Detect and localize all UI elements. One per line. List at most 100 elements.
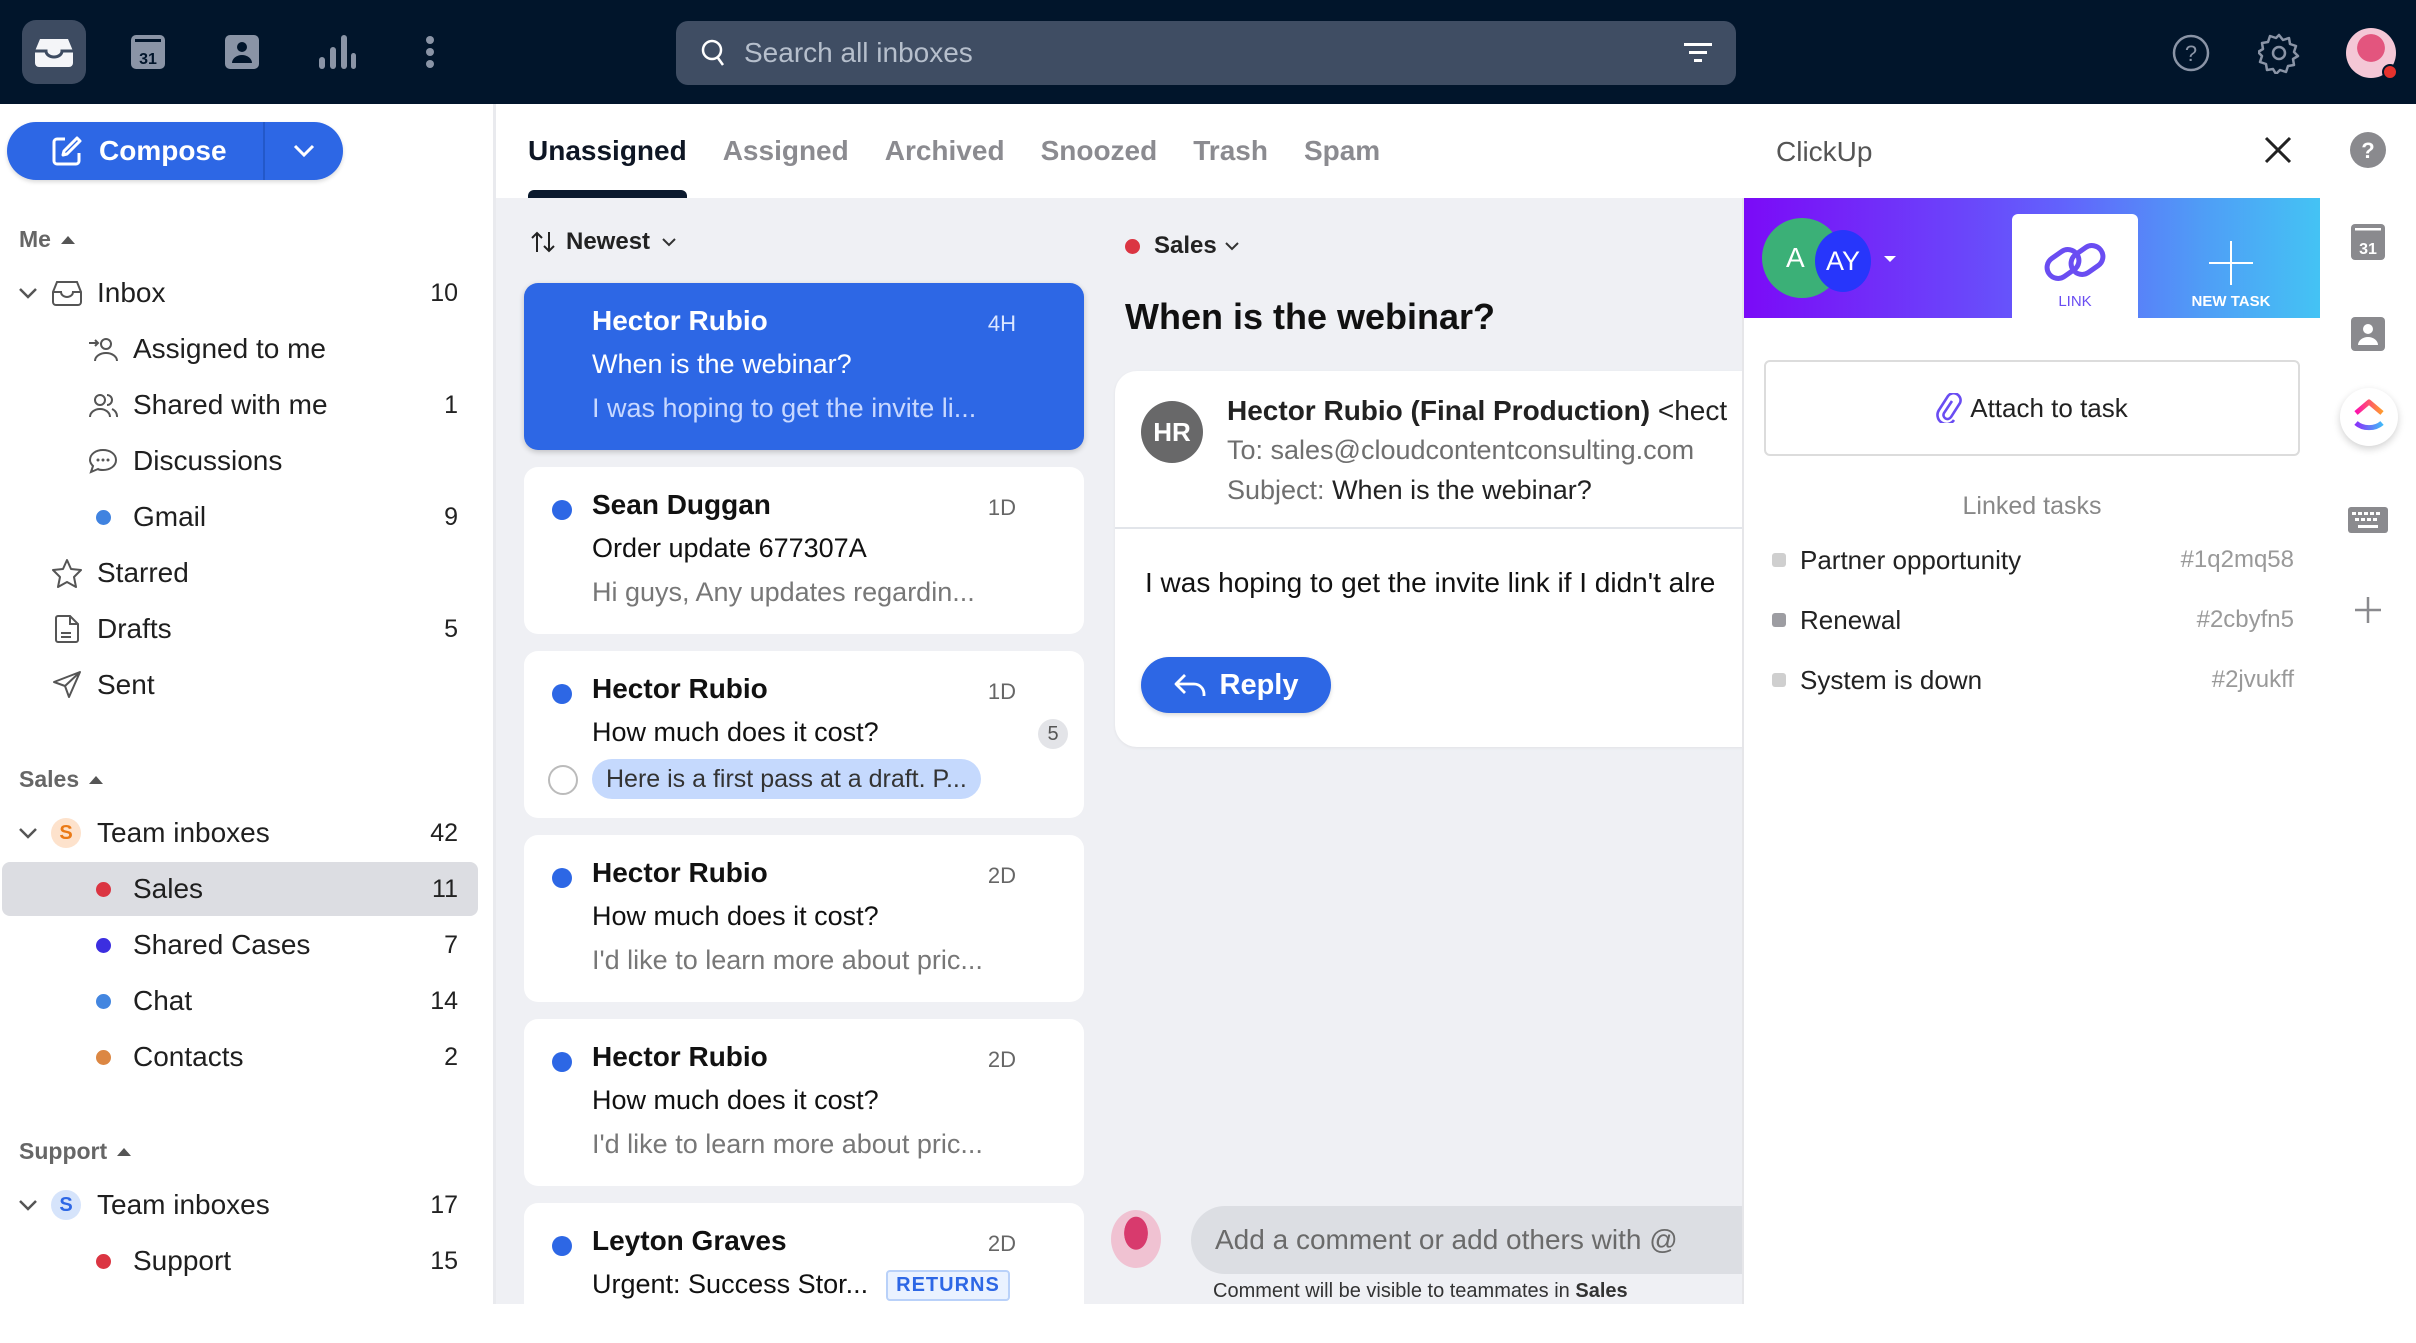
contacts-nav-button[interactable] [210,20,274,84]
sidebar-group-support-team-inboxes[interactable]: S Team inboxes 17 [0,1178,480,1232]
sender-name: Sean Duggan [592,489,771,520]
comment-input[interactable]: Add a comment or add others with @ [1191,1206,1742,1274]
sidebar-item-support[interactable]: Support 15 [0,1234,480,1288]
conversation-item[interactable]: Hector Rubio 4H When is the webinar? I w… [524,283,1084,450]
inbox-color-dot [96,881,111,897]
discussions-icon [86,444,120,478]
compose-options-button[interactable] [265,144,343,158]
svg-text:?: ? [2361,138,2374,163]
sidebar-item-shared-cases[interactable]: Shared Cases 7 [0,918,480,972]
new-task-tab[interactable]: NEW TASK [2142,214,2320,318]
inbox-label: Sales [1154,232,1217,259]
calendar-integration-button[interactable]: 31 [2348,222,2388,262]
conversation-item[interactable]: Hector Rubio 1D How much does it cost? 5… [524,651,1084,818]
sidebar-item-contacts[interactable]: Contacts 2 [0,1030,480,1084]
caret-down-icon [1884,256,1896,262]
calendar-icon: 31 [2351,224,2385,260]
conversation-item[interactable]: Hector Rubio 2D How much does it cost? I… [524,835,1084,1002]
compose-button[interactable]: Compose [7,122,265,180]
status-tabs: Unassigned Assigned Archived Snoozed Tra… [496,104,1746,198]
inbox-selector[interactable]: Sales [1125,232,1239,260]
gear-icon [2258,33,2300,74]
section-sales[interactable]: Sales [19,766,104,793]
sidebar-item-discussions[interactable]: Discussions [0,434,480,488]
inbox-nav-button[interactable] [22,20,86,84]
tab-spam[interactable]: Spam [1304,104,1380,198]
settings-button[interactable] [2252,26,2306,80]
section-sales-label: Sales [19,766,80,792]
help-button[interactable]: ? [2164,26,2218,80]
svg-text:31: 31 [139,51,157,68]
help-button[interactable]: ? [2348,130,2388,170]
calendar-nav-button[interactable]: 31 [116,20,180,84]
sender-name: Hector Rubio [592,673,768,704]
sent-icon [50,668,84,702]
user-avatar[interactable] [2346,28,2398,80]
preview: I'd like to learn more about pric... [592,1129,983,1159]
sidebar-item-drafts[interactable]: Drafts 5 [0,602,480,656]
subject: Urgent: Success Stor... [592,1269,869,1299]
subject-value: When is the webinar? [1332,475,1592,505]
clickup-integration-button[interactable] [2340,388,2398,446]
tab-unassigned[interactable]: Unassigned [528,104,687,198]
timestamp: 1D [987,495,1016,520]
link-tab[interactable]: LINK [2012,214,2138,318]
unread-dot [552,1236,572,1256]
subject: How much does it cost? [592,717,879,747]
conversation-item[interactable]: Hector Rubio 2D How much does it cost? I… [524,1019,1084,1186]
sidebar-item-sales[interactable]: Sales 11 [2,862,478,916]
more-menu-button[interactable] [398,20,462,84]
link-tab-label: LINK [2058,293,2092,310]
tag-badge[interactable]: RETURNS [886,1270,1010,1302]
conversation-item[interactable]: Sean Duggan 1D Order update 677307A Hi g… [524,467,1084,634]
linked-task[interactable]: Partner opportunity #1q2mq58 [1772,540,2294,580]
tab-trash[interactable]: Trash [1193,104,1268,198]
sidebar-item-chat[interactable]: Chat 14 [0,974,480,1028]
filter-icon[interactable] [1684,41,1712,65]
subject: When is the webinar? [592,349,852,379]
reply-button[interactable]: Reply [1141,657,1331,713]
sidebar-item-sent[interactable]: Sent [0,658,480,712]
sidebar-item-inbox[interactable]: Inbox 10 [0,266,480,320]
contacts-integration-button[interactable] [2348,314,2388,354]
close-panel-button[interactable] [2260,132,2296,168]
sender-avatar: HR [1141,401,1203,463]
clickup-panel: ClickUp A AY LINK NEW TASK Attach to tas… [1742,104,2320,1304]
timestamp: 2D [987,863,1016,888]
search-input[interactable]: Search all inboxes [676,21,1736,85]
add-integration-button[interactable] [2348,590,2388,630]
task-status-icon [1772,673,1786,687]
sidebar-item-gmail[interactable]: Gmail 9 [0,490,480,544]
sidebar-item-shared-with-me[interactable]: Shared with me 1 [0,378,480,432]
sort-dropdown[interactable]: Newest [530,228,676,256]
keyboard-shortcuts-button[interactable] [2348,500,2388,540]
section-me[interactable]: Me [19,226,75,253]
section-support[interactable]: Support [19,1138,132,1165]
linked-task[interactable]: System is down #2jvukff [1772,660,2294,700]
tab-snoozed[interactable]: Snoozed [1041,104,1158,198]
sender-name: Hector Rubio [592,1041,768,1072]
sidebar-item-label: Contacts [133,1041,244,1072]
contacts-icon [2351,317,2385,351]
attach-to-task-button[interactable]: Attach to task [1764,360,2300,456]
sidebar-group-sales-team-inboxes[interactable]: S Team inboxes 42 [0,806,480,860]
clickup-icon [2354,399,2384,431]
help-icon: ? [2350,132,2386,168]
sidebar-item-assigned-to-me[interactable]: Assigned to me [0,322,480,376]
sidebar-item-label: Assigned to me [133,333,326,364]
chevron-down-icon [19,1200,37,1211]
inbox-icon [35,39,73,67]
sidebar-item-label: Drafts [97,613,172,644]
task-name: System is down [1800,664,1983,695]
chevron-down-icon [293,144,315,158]
linked-task[interactable]: Renewal #2cbyfn5 [1772,600,2294,640]
analytics-nav-button[interactable] [305,20,369,84]
tab-archived[interactable]: Archived [885,104,1005,198]
sender-name: Leyton Graves [592,1225,787,1256]
tab-assigned[interactable]: Assigned [723,104,849,198]
sidebar-item-starred[interactable]: Starred [0,546,480,600]
more-icon [426,36,434,68]
conversation-item[interactable]: Leyton Graves 2D Urgent: Success Stor...… [524,1203,1084,1343]
drafts-icon [50,612,84,646]
collapse-icon [89,775,104,784]
